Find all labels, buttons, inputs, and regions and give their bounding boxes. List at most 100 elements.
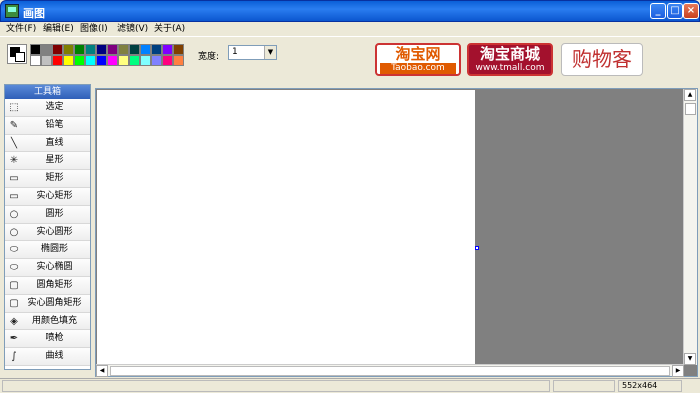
tool-item[interactable]: ╲ 直线 <box>5 134 90 153</box>
tool-label: 圆形 <box>45 208 64 219</box>
toolbox-panel: 工具箱 ⬚ 选定 ✎ 铅笔 ╲ 直线 ✳ 星形 ▭ 矩形 ▭ 实心矩形 ○ 圆形 ○ 实心圆形 ⬭ 椭圆形 ⬭ 实心椭… <box>4 84 91 370</box>
tool-label: 星形 <box>45 155 64 166</box>
color-swatch[interactable] <box>30 44 41 55</box>
tool-label: 实心圆形 <box>36 226 73 237</box>
menu-edit[interactable]: 编辑(E) <box>43 22 74 36</box>
scroll-up-button[interactable]: ▲ <box>684 89 696 101</box>
title-bar: 画图 _ □ × <box>0 0 700 22</box>
color-swatch[interactable] <box>107 44 118 55</box>
color-swatch[interactable] <box>74 44 85 55</box>
color-swatch[interactable] <box>173 55 184 66</box>
tool-item[interactable]: ▢ 圆角矩形 <box>5 276 90 295</box>
tool-item[interactable]: ✒ 喷枪 <box>5 330 90 349</box>
color-swatch[interactable] <box>140 55 151 66</box>
color-swatch[interactable] <box>96 55 107 66</box>
tool-label: 实心矩形 <box>36 190 73 201</box>
gouwuke-banner-title: 购物客 <box>572 47 632 71</box>
tool-item[interactable]: ⬭ 椭圆形 <box>5 241 90 260</box>
minimize-button[interactable]: _ <box>650 3 666 19</box>
tmall-banner-title: 淘宝商城 <box>479 45 540 63</box>
tool-item[interactable]: ✎ 铅笔 <box>5 116 90 135</box>
gouwuke-banner[interactable]: 购物客 <box>561 43 643 76</box>
scroll-right-button[interactable]: ▶ <box>672 365 684 377</box>
status-canvas-size: 552x464 <box>618 380 682 392</box>
color-swatch[interactable] <box>52 44 63 55</box>
color-swatch[interactable] <box>118 55 129 66</box>
menu-image[interactable]: 图像(I) <box>80 22 108 36</box>
maximize-button[interactable]: □ <box>667 3 683 19</box>
menu-bar: 文件(F) 编辑(E) 图像(I) 滤镜(V) 关于(A) <box>0 22 700 36</box>
tool-label: 用颜色填充 <box>31 315 77 326</box>
tool-label: 曲线 <box>45 351 64 362</box>
color-swatch[interactable] <box>118 44 129 55</box>
tool-item[interactable]: ○ 圆形 <box>5 205 90 224</box>
width-value: 1 <box>232 47 238 57</box>
tool-label: 圆角矩形 <box>36 279 73 290</box>
current-color-indicator[interactable] <box>7 44 27 64</box>
tool-item[interactable]: ▭ 矩形 <box>5 170 90 188</box>
scroll-down-button[interactable]: ▼ <box>684 353 696 365</box>
tool-label: 铅笔 <box>45 119 64 130</box>
status-bar: 552x464 <box>0 378 700 393</box>
color-swatch[interactable] <box>41 55 52 66</box>
menu-about[interactable]: 关于(A) <box>154 22 185 36</box>
menu-file[interactable]: 文件(F) <box>6 22 36 36</box>
color-swatch[interactable] <box>173 44 184 55</box>
color-swatch[interactable] <box>52 55 63 66</box>
color-swatch[interactable] <box>140 44 151 55</box>
horizontal-scroll-thumb[interactable] <box>110 366 670 376</box>
canvas-resize-handle[interactable] <box>475 246 479 250</box>
width-select[interactable]: 1 ▼ <box>228 45 277 60</box>
color-swatch[interactable] <box>151 44 162 55</box>
taobao-banner[interactable]: 淘宝网 Taobao.com <box>375 43 461 76</box>
color-swatch[interactable] <box>63 55 74 66</box>
tmall-banner[interactable]: 淘宝商城 www.tmall.com <box>467 43 553 76</box>
tool-label: 实心椭圆 <box>36 262 73 273</box>
color-swatch[interactable] <box>162 55 173 66</box>
tool-label: 椭圆形 <box>40 244 68 255</box>
color-swatch[interactable] <box>151 55 162 66</box>
menu-filter[interactable]: 滤镜(V) <box>117 22 148 36</box>
color-swatch[interactable] <box>129 55 140 66</box>
vertical-scrollbar[interactable]: ▲ ▼ <box>683 89 697 365</box>
tool-item[interactable]: ⬭ 实心椭圆 <box>5 259 90 277</box>
tool-item[interactable]: ▭ 实心矩形 <box>5 187 90 206</box>
color-swatch[interactable] <box>41 44 52 55</box>
color-swatch[interactable] <box>96 44 107 55</box>
color-swatch[interactable] <box>30 55 41 66</box>
width-label: 宽度: <box>198 52 220 62</box>
tool-item[interactable]: ○ 实心圆形 <box>5 223 90 242</box>
color-swatch[interactable] <box>107 55 118 66</box>
window-title: 画图 <box>23 7 45 20</box>
close-button[interactable]: × <box>683 3 699 19</box>
taobao-banner-url: Taobao.com <box>380 63 456 74</box>
status-message <box>2 380 550 392</box>
tool-item[interactable]: ▢ 实心圆角矩形 <box>5 294 90 313</box>
tool-label: 矩形 <box>45 173 64 184</box>
background-color <box>15 52 25 62</box>
color-swatch[interactable] <box>85 44 96 55</box>
color-swatch[interactable] <box>162 44 173 55</box>
tool-label: 实心圆角矩形 <box>27 297 82 308</box>
toolbox-title: 工具箱 <box>5 85 90 99</box>
tool-item[interactable]: ∫ 曲线 <box>5 348 90 366</box>
color-swatch[interactable] <box>74 55 85 66</box>
drawing-canvas[interactable] <box>97 90 475 365</box>
color-swatch[interactable] <box>63 44 74 55</box>
color-swatch[interactable] <box>85 55 96 66</box>
vertical-scroll-thumb[interactable] <box>685 103 696 115</box>
taobao-banner-title: 淘宝网 <box>395 45 441 63</box>
tool-label: 选定 <box>45 102 64 112</box>
horizontal-scrollbar[interactable]: ◀ ▶ <box>96 364 684 377</box>
color-palette <box>30 44 184 66</box>
tmall-banner-url: www.tmall.com <box>475 63 545 73</box>
tool-label: 直线 <box>45 137 64 148</box>
tool-item[interactable]: ✳ 星形 <box>5 152 90 171</box>
scroll-left-button[interactable]: ◀ <box>96 365 108 377</box>
tool-label: 喷枪 <box>45 333 64 344</box>
status-cursor-position <box>553 380 615 392</box>
tool-item[interactable]: ⬚ 选定 <box>5 99 90 117</box>
tool-item[interactable]: ◈ 用颜色填充 <box>5 312 90 331</box>
paint-app-icon <box>5 4 19 18</box>
color-swatch[interactable] <box>129 44 140 55</box>
